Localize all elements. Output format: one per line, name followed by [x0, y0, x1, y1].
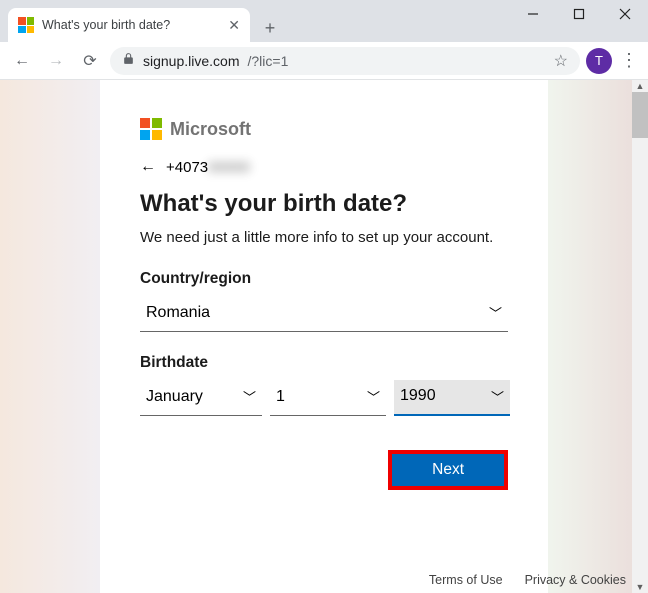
- terms-link[interactable]: Terms of Use: [429, 573, 503, 587]
- page-viewport: Microsoft ← +407300000 What's your birth…: [0, 80, 648, 593]
- back-arrow-icon[interactable]: ←: [140, 158, 156, 176]
- window-minimize-button[interactable]: [510, 0, 556, 28]
- tab-title: What's your birth date?: [42, 18, 220, 32]
- birth-year-value: 1990: [400, 387, 436, 405]
- chevron-down-icon: ﹀: [491, 387, 504, 406]
- birthdate-label: Birthdate: [140, 354, 508, 372]
- privacy-link[interactable]: Privacy & Cookies: [525, 573, 626, 587]
- browser-tab[interactable]: What's your birth date? ✕: [8, 8, 250, 42]
- identity-prefix: +4073: [166, 159, 208, 176]
- page-heading: What's your birth date?: [140, 190, 508, 218]
- chevron-down-icon: ﹀: [489, 303, 502, 322]
- country-value: Romania: [146, 304, 210, 322]
- birth-month-value: January: [146, 388, 203, 406]
- browser-menu-button[interactable]: ⋮: [618, 50, 640, 71]
- country-select[interactable]: Romania ﹀: [140, 296, 508, 332]
- birth-day-select[interactable]: 1 ﹀: [270, 380, 386, 416]
- new-tab-button[interactable]: +: [256, 14, 284, 42]
- address-bar: ← → ⟳ signup.live.com /?lic=1 ☆ T ⋮: [0, 42, 648, 80]
- url-host: signup.live.com: [143, 53, 240, 69]
- url-input[interactable]: signup.live.com /?lic=1 ☆: [110, 47, 580, 75]
- nav-forward-button[interactable]: →: [42, 47, 70, 75]
- microsoft-logo-icon: [140, 118, 162, 140]
- footer-links: Terms of Use Privacy & Cookies: [429, 573, 626, 587]
- birth-day-value: 1: [276, 388, 285, 406]
- nav-back-button[interactable]: ←: [8, 47, 36, 75]
- bookmark-star-icon[interactable]: ☆: [554, 51, 568, 71]
- url-path: /?lic=1: [248, 53, 289, 69]
- identity-obscured: 00000: [208, 159, 250, 176]
- window-maximize-button[interactable]: [556, 0, 602, 28]
- chevron-down-icon: ﹀: [243, 387, 256, 406]
- signup-card: Microsoft ← +407300000 What's your birth…: [100, 80, 548, 593]
- birth-month-select[interactable]: January ﹀: [140, 380, 262, 416]
- microsoft-favicon-icon: [18, 17, 34, 33]
- country-label: Country/region: [140, 270, 508, 288]
- scroll-up-arrow-icon[interactable]: ▲: [632, 80, 648, 92]
- chevron-down-icon: ﹀: [367, 387, 380, 406]
- scroll-thumb[interactable]: [632, 92, 648, 138]
- vertical-scrollbar[interactable]: ▲ ▼: [632, 80, 648, 593]
- brand-text: Microsoft: [170, 119, 251, 140]
- birth-year-select[interactable]: 1990 ﹀: [394, 380, 510, 416]
- brand-row: Microsoft: [140, 118, 508, 140]
- identity-row[interactable]: ← +407300000: [140, 158, 508, 176]
- tab-close-icon[interactable]: ✕: [228, 17, 240, 34]
- scroll-down-arrow-icon[interactable]: ▼: [632, 581, 648, 593]
- page-subtext: We need just a little more info to set u…: [140, 228, 508, 248]
- window-close-button[interactable]: [602, 0, 648, 28]
- lock-icon: [122, 52, 135, 70]
- profile-avatar[interactable]: T: [586, 48, 612, 74]
- next-button[interactable]: Next: [388, 450, 508, 490]
- nav-reload-button[interactable]: ⟳: [76, 47, 104, 75]
